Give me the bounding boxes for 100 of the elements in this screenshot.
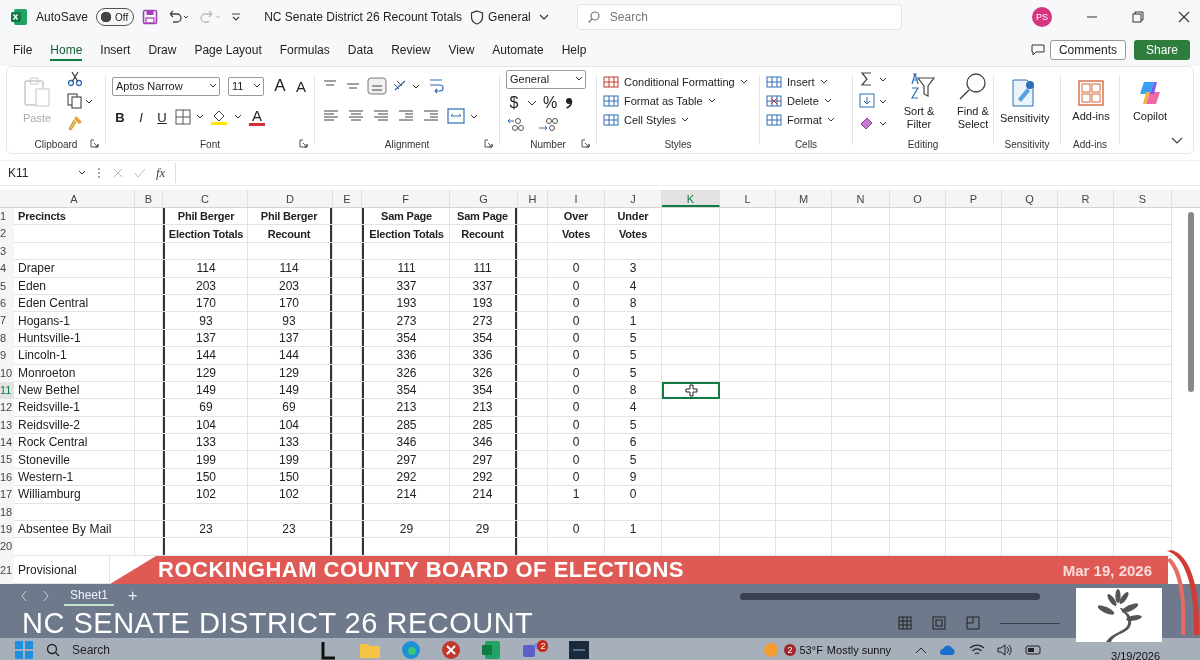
grid-icon[interactable]	[603, 75, 619, 89]
column-header[interactable]: R	[1058, 190, 1114, 207]
user-avatar[interactable]: PS	[1032, 7, 1052, 27]
ribbon-tab[interactable]: Insert	[91, 39, 140, 61]
chevron-down-icon[interactable]	[739, 79, 748, 85]
delete-cells-button[interactable]: Delete	[787, 95, 819, 107]
search-icon[interactable]	[46, 643, 60, 657]
comments-button[interactable]: Comments	[1049, 40, 1126, 60]
search-icon[interactable]	[957, 71, 989, 102]
sort-filter-button[interactable]: Sort & Filter	[895, 104, 943, 131]
sheet-tab[interactable]: Sheet1	[64, 586, 115, 606]
chevron-down-icon[interactable]	[538, 13, 549, 21]
fill-down-icon[interactable]	[859, 93, 889, 109]
insert-function-button[interactable]: fx	[156, 165, 166, 181]
column-header[interactable]: O	[890, 190, 946, 207]
close-icon[interactable]	[1178, 11, 1190, 23]
chevron-down-icon[interactable]	[78, 170, 86, 176]
sensitivity-label-dropdown[interactable]: General	[488, 10, 531, 24]
row-header[interactable]: 9	[0, 347, 14, 365]
font-color-button[interactable]: A	[249, 108, 265, 126]
row-header[interactable]: 20	[0, 538, 14, 556]
copy-icon[interactable]	[67, 93, 93, 109]
column-header[interactable]: N	[832, 190, 890, 207]
add-sheet-button[interactable]: +	[128, 587, 138, 605]
battery-icon[interactable]	[1025, 644, 1044, 656]
font-name-dropdown[interactable]: Aptos Narrow	[112, 76, 220, 96]
column-header[interactable]: M	[776, 190, 832, 207]
chevron-down-icon[interactable]	[707, 98, 716, 104]
row-header[interactable]: 19	[0, 521, 14, 539]
bold-button[interactable]: B	[112, 109, 128, 125]
column-header[interactable]: S	[1114, 190, 1172, 207]
shield-icon[interactable]	[470, 9, 485, 25]
chevron-down-icon[interactable]	[826, 117, 835, 123]
center-align-icon[interactable]	[346, 108, 366, 124]
grid-icon[interactable]	[603, 94, 619, 108]
normal-view-icon[interactable]	[898, 616, 912, 630]
ribbon-tab[interactable]: Review	[382, 39, 440, 61]
column-header[interactable]: L	[720, 190, 776, 207]
ribbon-tab[interactable]: Home	[41, 39, 92, 61]
column-header[interactable]: A	[14, 190, 135, 207]
save-icon[interactable]	[142, 9, 159, 25]
grid-icon[interactable]	[766, 113, 782, 127]
comment-icon[interactable]	[1030, 44, 1045, 56]
column-header[interactable]: P	[946, 190, 1002, 207]
grid-icon[interactable]	[766, 75, 782, 89]
chevron-down-icon[interactable]	[1171, 137, 1183, 145]
underline-button[interactable]: U	[154, 109, 170, 125]
row-header[interactable]: 17	[0, 486, 14, 504]
fill-color-icon[interactable]	[210, 108, 244, 126]
row-header[interactable]: 4	[0, 260, 14, 278]
ribbon-tab[interactable]: Draw	[139, 39, 186, 61]
copilot-button[interactable]: Copilot	[1126, 110, 1174, 123]
next-sheet-icon[interactable]	[42, 590, 50, 602]
clipboard-icon[interactable]	[22, 77, 52, 109]
page-layout-view-icon[interactable]	[932, 616, 946, 630]
row-header[interactable]: 1	[0, 208, 14, 226]
column-header[interactable]: G	[450, 190, 518, 207]
merge-center-icon[interactable]	[446, 107, 480, 125]
insert-cells-button[interactable]: Insert	[787, 76, 815, 88]
restore-icon[interactable]	[1132, 11, 1144, 23]
app-icon[interactable]	[568, 640, 591, 660]
font-size-dropdown[interactable]: 11	[228, 76, 264, 96]
autosum-icon[interactable]	[859, 71, 889, 87]
chevron-down-icon[interactable]	[823, 98, 832, 104]
column-header[interactable]: Q	[1002, 190, 1058, 207]
row-header[interactable]: 15	[0, 451, 14, 469]
chevron-down-icon[interactable]	[527, 98, 537, 107]
taskbar-search[interactable]: Search	[72, 643, 158, 657]
italic-button[interactable]: I	[133, 109, 149, 125]
column-header[interactable]: D	[248, 190, 333, 207]
ribbon-tab[interactable]: Data	[338, 39, 383, 61]
column-header[interactable]: H	[518, 190, 548, 207]
row-header[interactable]: 7	[0, 312, 14, 330]
column-header[interactable]: C	[163, 190, 248, 207]
decrease-font-size-button[interactable]: A	[293, 77, 309, 95]
ribbon-tab[interactable]: View	[439, 39, 484, 61]
grid-icon[interactable]	[603, 113, 619, 127]
ribbon-tab[interactable]: Page Layout	[185, 39, 271, 61]
sensitivity-button[interactable]: Sensitivity	[1000, 112, 1048, 125]
dialog-launcher-icon[interactable]	[299, 139, 308, 148]
column-header[interactable]: I	[548, 190, 605, 207]
right-align-icon[interactable]	[371, 108, 391, 124]
customize-menu-icon[interactable]	[230, 11, 243, 23]
page-break-view-icon[interactable]	[966, 616, 980, 630]
app-icon[interactable]	[441, 640, 462, 660]
format-painter-icon[interactable]	[67, 115, 83, 131]
find-select-button[interactable]: Find & Select	[949, 104, 997, 131]
delete-grid-icon[interactable]	[766, 94, 782, 108]
number-format-dropdown[interactable]: General	[506, 69, 586, 89]
column-header[interactable]: F	[362, 190, 450, 207]
row-header[interactable]: 14	[0, 434, 14, 452]
chevron-down-icon[interactable]	[575, 76, 583, 82]
name-box[interactable]: K11	[4, 163, 68, 183]
conditional-formatting-button[interactable]: Conditional Formatting	[624, 76, 735, 88]
dialog-launcher-icon[interactable]	[581, 139, 590, 148]
eraser-icon[interactable]	[859, 115, 889, 131]
dialog-launcher-icon[interactable]	[90, 139, 99, 148]
chevron-down-icon[interactable]	[819, 79, 828, 85]
increase-font-size-button[interactable]: A	[272, 76, 288, 96]
ribbon-tab[interactable]: File	[4, 39, 42, 61]
